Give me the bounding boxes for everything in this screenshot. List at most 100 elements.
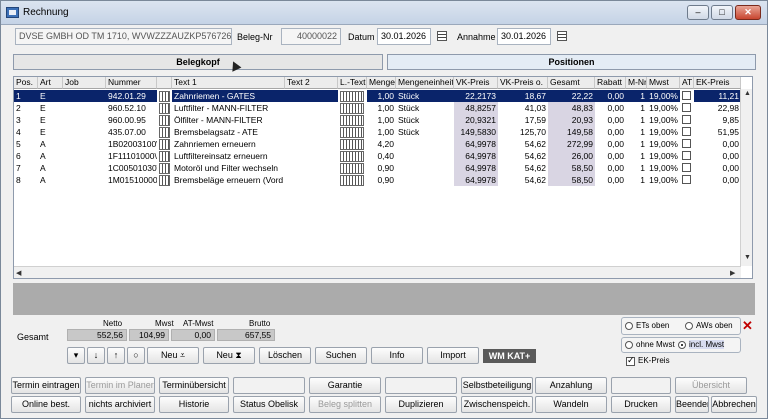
scroll-right-icon[interactable]: ▶ (730, 269, 735, 277)
table-cell[interactable]: 1 (626, 114, 647, 126)
table-cell[interactable]: 19,00% (647, 174, 680, 186)
column-header[interactable]: Text 2 (285, 77, 338, 89)
uebersicht-button[interactable]: Übersicht (675, 377, 747, 394)
drucken-button[interactable]: Drucken (611, 396, 671, 413)
table-cell[interactable]: 1,00 (367, 114, 396, 126)
customer-field[interactable]: DVSE GMBH OD TM 1710, WVWZZZAUZKP576726 (15, 28, 232, 45)
table-cell[interactable]: 48,8257 (454, 102, 498, 114)
table-cell[interactable]: A (38, 150, 63, 162)
table-cell[interactable]: 0,00 (595, 102, 626, 114)
selbstbeteiligung-button[interactable]: Selbstbeteiligung (461, 377, 533, 394)
ek-preis-checkbox[interactable]: ✓ (626, 355, 635, 366)
table-cell[interactable]: Luftfilter - MANN-FILTER (172, 102, 285, 114)
at-checkbox[interactable] (682, 151, 691, 160)
neu-button[interactable]: Neu ⩡ (147, 347, 199, 364)
move-down-button[interactable]: ↓ (87, 347, 105, 364)
table-cell[interactable]: 1F11101000\ (106, 150, 157, 162)
circle-button[interactable]: ○ (127, 347, 145, 364)
table-cell[interactable]: 4,20 (367, 138, 396, 150)
restore-button[interactable]: □ (711, 5, 733, 20)
termin-eintragen-button[interactable]: Termin eintragen (11, 377, 81, 394)
column-header[interactable]: Gesamt (548, 77, 595, 89)
table-cell[interactable]: E (38, 90, 63, 102)
column-header[interactable]: Nummer (106, 77, 157, 89)
article-lookup-icon[interactable] (159, 115, 170, 126)
historie-button[interactable]: Historie (159, 396, 229, 413)
table-cell[interactable]: 54,62 (498, 174, 548, 186)
column-header[interactable]: VK-Preis o. (498, 77, 548, 89)
table-cell[interactable] (285, 126, 338, 138)
table-cell[interactable]: 19,00% (647, 114, 680, 126)
table-cell[interactable]: 1,00 (367, 102, 396, 114)
table-cell[interactable]: 1 (626, 138, 647, 150)
table-cell[interactable] (396, 138, 454, 150)
table-cell[interactable]: 0,00 (595, 174, 626, 186)
article-lookup-icon[interactable] (159, 163, 170, 174)
table-cell[interactable]: 0,00 (595, 90, 626, 102)
table-cell[interactable]: 54,62 (498, 138, 548, 150)
annahme-field[interactable]: 30.01.2026 (497, 28, 551, 45)
long-text-icon[interactable] (340, 91, 364, 102)
table-cell[interactable] (63, 90, 106, 102)
tab-positionen[interactable]: Positionen (387, 54, 756, 70)
dropdown-button[interactable]: ▾ (67, 347, 85, 364)
table-cell[interactable]: Motoröl und Filter wechseln (172, 162, 285, 174)
long-text-icon[interactable] (340, 151, 364, 162)
column-header[interactable]: Pos. (14, 77, 38, 89)
table-cell[interactable]: 2 (14, 102, 38, 114)
table-cell[interactable]: E (38, 114, 63, 126)
table-cell[interactable]: 1 (626, 126, 647, 138)
wm-kat-logo[interactable]: WM KAT+ (483, 349, 536, 363)
column-header[interactable]: L.-Text (338, 77, 367, 89)
neu-insert-button[interactable]: Neu ⧗ (203, 347, 255, 364)
at-checkbox[interactable] (682, 115, 691, 124)
aws-oben-radio[interactable] (685, 322, 693, 330)
long-text-icon[interactable] (340, 127, 364, 138)
table-cell[interactable]: 960.00.95 (106, 114, 157, 126)
table-cell[interactable]: E (38, 126, 63, 138)
tab-belegkopf[interactable]: Belegkopf (13, 54, 383, 70)
article-lookup-icon[interactable] (159, 127, 170, 138)
table-cell[interactable]: 19,00% (647, 138, 680, 150)
table-cell[interactable]: 48,83 (548, 102, 595, 114)
table-cell[interactable]: 0,00 (595, 150, 626, 162)
column-header[interactable]: Menge (367, 77, 396, 89)
table-cell[interactable]: 0,00 (595, 138, 626, 150)
zwischenspeichern-button[interactable]: Zwischenspeich. (461, 396, 533, 413)
datum-field[interactable]: 30.01.2026 (377, 28, 431, 45)
table-cell[interactable]: 19,00% (647, 126, 680, 138)
table-cell[interactable]: 435.07.00 (106, 126, 157, 138)
termin-im-planer-button[interactable]: Termin im Planer (85, 377, 155, 394)
table-cell[interactable]: 1 (626, 162, 647, 174)
duplizieren-button[interactable]: Duplizieren (385, 396, 457, 413)
table-cell[interactable]: 20,9321 (454, 114, 498, 126)
table-cell[interactable]: 18,67 (498, 90, 548, 102)
table-cell[interactable]: 64,9978 (454, 162, 498, 174)
table-cell[interactable]: 58,50 (548, 174, 595, 186)
table-cell[interactable] (63, 150, 106, 162)
table-cell[interactable]: 960.52.10 (106, 102, 157, 114)
table-cell[interactable]: 942.01.29 (106, 90, 157, 102)
table-cell[interactable]: 54,62 (498, 150, 548, 162)
table-cell[interactable]: 6 (14, 150, 38, 162)
table-cell[interactable]: Zahnriemen - GATES (172, 90, 285, 102)
table-cell[interactable] (285, 138, 338, 150)
table-cell[interactable]: 22,22 (548, 90, 595, 102)
table-cell[interactable]: Stück (396, 114, 454, 126)
long-text-icon[interactable] (340, 163, 364, 174)
table-cell[interactable] (396, 150, 454, 162)
table-cell[interactable]: 0,00 (694, 174, 741, 186)
table-cell[interactable]: 64,9978 (454, 150, 498, 162)
table-cell[interactable]: A (38, 174, 63, 186)
close-button[interactable]: ✕ (735, 5, 761, 20)
table-cell[interactable]: 20,93 (548, 114, 595, 126)
table-cell[interactable]: 19,00% (647, 102, 680, 114)
column-header[interactable]: VK-Preis (454, 77, 498, 89)
import-button[interactable]: Import (427, 347, 479, 364)
table-cell[interactable] (63, 114, 106, 126)
calendar-icon[interactable] (437, 31, 447, 41)
table-cell[interactable] (285, 90, 338, 102)
long-text-icon[interactable] (340, 103, 364, 114)
table-cell[interactable] (63, 162, 106, 174)
at-checkbox[interactable] (682, 163, 691, 172)
